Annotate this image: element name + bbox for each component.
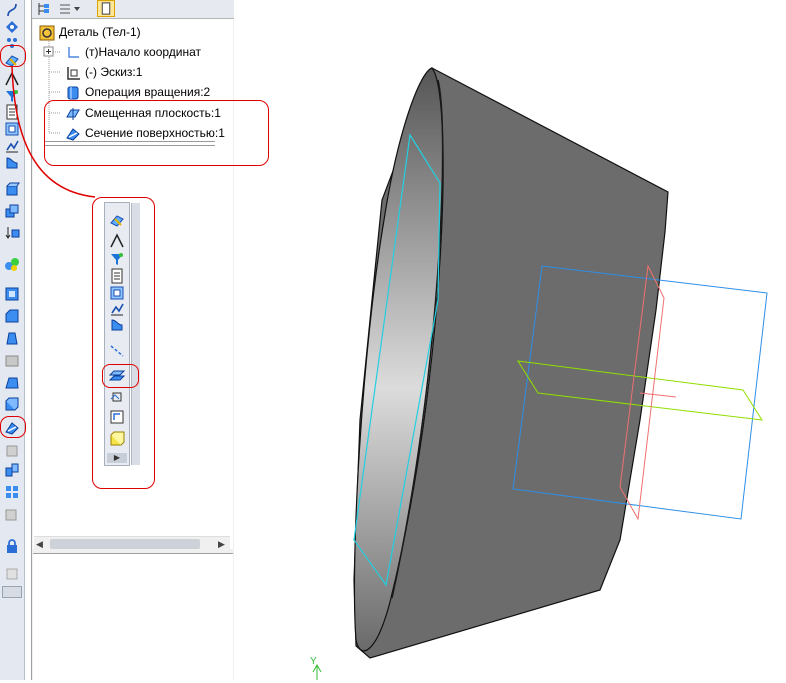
disabled-tool-icon xyxy=(4,443,20,459)
callout-connector xyxy=(11,65,96,198)
disabled-tool-2-icon xyxy=(4,566,20,582)
callout-popup-toolbar xyxy=(92,197,155,489)
scroll-left-icon[interactable]: ◀ xyxy=(36,538,46,550)
toolbar-scroll-arrow[interactable] xyxy=(2,586,22,598)
array-icon[interactable] xyxy=(4,484,20,500)
disabled-array-icon xyxy=(4,506,20,522)
rib-icon xyxy=(4,352,20,368)
properties-area xyxy=(33,553,233,681)
box-icon[interactable] xyxy=(4,396,20,412)
axis-y-label: Y xyxy=(310,656,317,667)
draft-icon[interactable] xyxy=(4,330,20,346)
3d-viewport[interactable]: Y xyxy=(234,0,786,680)
callout-surface-section-button xyxy=(0,416,26,438)
shell-icon[interactable] xyxy=(4,286,20,302)
color-icon[interactable] xyxy=(4,256,20,272)
mirror-icon[interactable] xyxy=(4,462,20,478)
scroll-right-icon[interactable]: ▶ xyxy=(218,538,228,550)
scroll-thumb[interactable] xyxy=(50,539,200,549)
loft-icon[interactable] xyxy=(4,374,20,390)
chamfer-icon[interactable] xyxy=(4,308,20,324)
callout-offset-plane-button xyxy=(102,364,139,388)
lock-icon[interactable] xyxy=(4,538,20,554)
3d-scene: Y xyxy=(310,67,768,680)
move-icon[interactable] xyxy=(4,225,20,241)
tree-horizontal-scrollbar[interactable]: ◀ ▶ xyxy=(34,536,230,551)
